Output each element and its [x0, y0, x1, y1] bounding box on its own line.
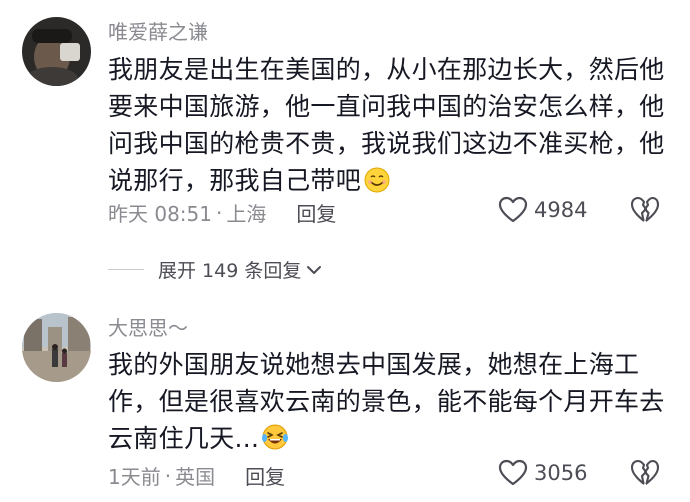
expand-replies-button[interactable]: 展开 149 条回复 — [108, 256, 323, 283]
like-button[interactable]: 3056 — [498, 459, 587, 487]
comment-time: 昨天 08:51 — [108, 202, 212, 226]
heart-icon — [498, 459, 528, 486]
dislike-button[interactable] — [630, 196, 660, 228]
broken-heart-icon — [630, 459, 660, 485]
comment-time: 1天前 — [108, 465, 161, 489]
chevron-down-icon — [307, 265, 322, 274]
avatar[interactable] — [22, 17, 91, 86]
reply-button[interactable]: 回复 — [245, 461, 285, 490]
comment-text: 我朋友是出生在美国的，从小在那边长大，然后他要来中国旅游，他一直问我中国的治安怎… — [108, 51, 668, 199]
reply-button[interactable]: 回复 — [296, 198, 336, 227]
like-count: 4984 — [534, 198, 588, 222]
divider-line — [108, 269, 144, 270]
meta-separator: · — [216, 200, 223, 225]
like-count: 3056 — [534, 461, 588, 485]
comment-meta: 昨天 08:51 · 上海 回复 — [108, 198, 336, 227]
comment-username[interactable]: 大思思～ — [108, 312, 188, 341]
smiling-face-emoji — [363, 165, 391, 193]
comment-text: 我的外国朋友说她想去中国发展，她想在上海工作，但是很喜欢云南的景色，能不能每个月… — [108, 346, 668, 457]
comment-location: 英国 — [175, 465, 216, 489]
like-button[interactable]: 4984 — [498, 196, 587, 224]
comment-username[interactable]: 唯爱薛之谦 — [108, 16, 208, 45]
broken-heart-icon — [630, 196, 660, 222]
comment-text-content: 我的外国朋友说她想去中国发展，她想在上海工作，但是很喜欢云南的景色，能不能每个月… — [108, 350, 665, 453]
laughing-tears-emoji — [261, 423, 289, 451]
heart-icon — [498, 196, 528, 223]
comment-meta: 1天前 · 英国 回复 — [108, 461, 285, 490]
meta-separator: · — [164, 463, 172, 488]
expand-replies-label: 展开 149 条回复 — [158, 260, 302, 282]
avatar[interactable] — [22, 313, 91, 382]
dislike-button[interactable] — [630, 459, 660, 491]
comment-location: 上海 — [226, 202, 267, 226]
